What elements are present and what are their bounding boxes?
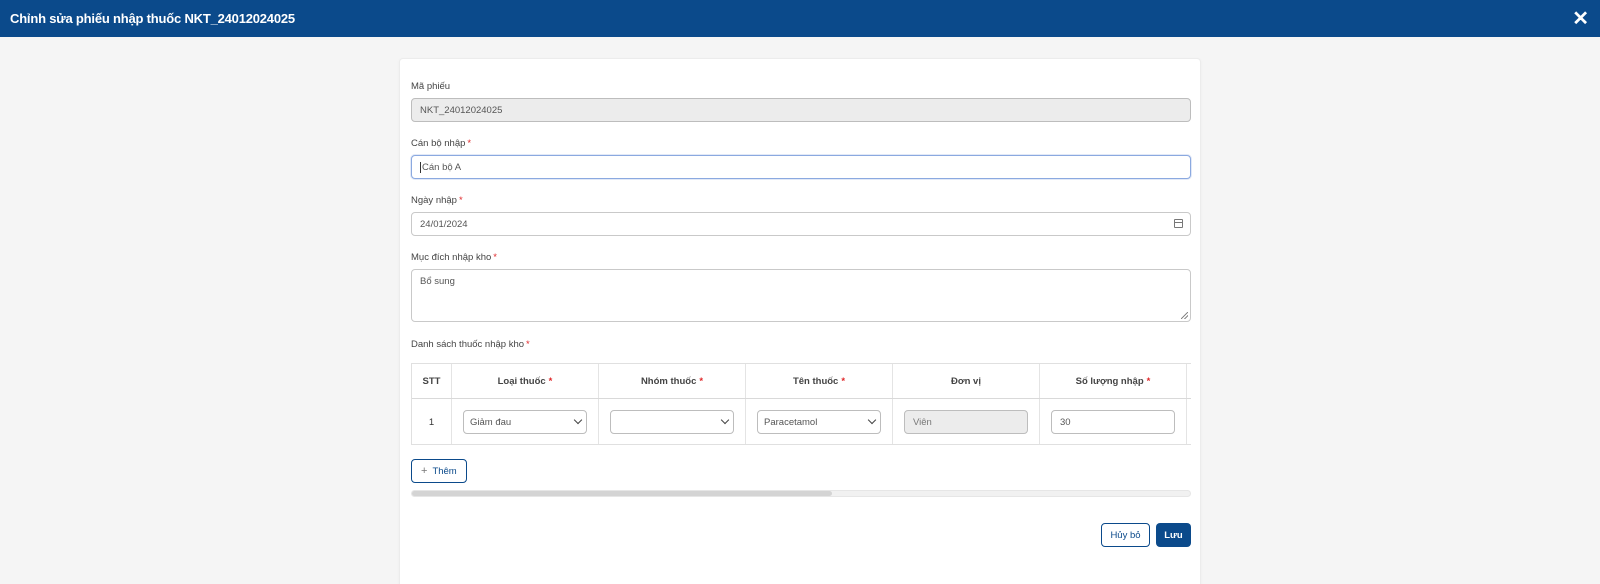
so-luong-value: 30 (1060, 416, 1071, 428)
scrollbar-thumb[interactable] (412, 491, 833, 496)
header-don-vi: Đơn vị (893, 364, 1040, 398)
save-button[interactable]: Lưu (1156, 523, 1191, 547)
required-marker: * (458, 195, 463, 206)
ma-phieu-label: Mã phiếu (411, 81, 451, 92)
dialog-header: Chỉnh sửa phiếu nhập thuốc NKT_240120240… (0, 0, 1600, 37)
ngay-nhap-value: 24/01/2024 (420, 218, 468, 230)
resize-handle-icon[interactable] (1181, 312, 1188, 319)
muc-dich-textarea[interactable]: Bổ sung (411, 269, 1191, 322)
muc-dich-value: Bổ sung (420, 276, 455, 287)
close-icon[interactable]: ✕ (1572, 9, 1590, 29)
table-header: STT Loại thuốc * Nhóm thuốc * Tên thuốc * Đ… (412, 364, 1191, 399)
form-card: Mã phiếu NKT_24012024025 Cán bộ nhập * Cá… (399, 58, 1201, 584)
header-nhom-thuoc: Nhóm thuốc * (599, 364, 746, 398)
calendar-icon[interactable] (1174, 219, 1183, 228)
can-bo-label: Cán bộ nhập * (411, 138, 472, 149)
can-bo-input[interactable]: Cán bộ A (411, 155, 1191, 179)
chevron-down-icon (720, 415, 730, 425)
ten-thuoc-select[interactable]: Paracetamol (757, 410, 881, 434)
ma-phieu-field: NKT_24012024025 (411, 98, 1191, 122)
chevron-down-icon (573, 415, 583, 425)
danh-sach-label: Danh sách thuốc nhập kho * (411, 339, 530, 350)
dialog-title: Chỉnh sửa phiếu nhập thuốc NKT_240120240… (10, 11, 295, 26)
required-marker: * (467, 138, 472, 149)
add-row-label: Thêm (432, 465, 457, 477)
don-vi-value: Viên (913, 416, 932, 428)
ngay-nhap-label: Ngày nhập * (411, 195, 463, 206)
ten-thuoc-value: Paracetamol (764, 416, 818, 428)
can-bo-value: Cán bộ A (422, 161, 462, 173)
ngay-nhap-date-input[interactable]: 24/01/2024 (411, 212, 1191, 236)
don-vi-field: Viên (904, 410, 1028, 434)
loai-thuoc-select[interactable]: Giảm đau (463, 410, 587, 434)
required-marker: * (526, 339, 530, 350)
row-stt: 1 (412, 399, 452, 444)
so-luong-input[interactable]: 30 (1051, 410, 1175, 434)
cancel-button[interactable]: Hủy bỏ (1101, 523, 1150, 547)
nhom-thuoc-select[interactable] (610, 410, 734, 434)
header-loai-thuoc: Loại thuốc * (452, 364, 599, 398)
loai-thuoc-value: Giảm đau (470, 416, 512, 428)
header-stt: STT (412, 364, 452, 398)
required-marker: * (493, 252, 497, 263)
header-so-luong: Số lượng nhập * (1040, 364, 1187, 398)
chevron-down-icon (867, 415, 877, 425)
medicine-table: STT Loại thuốc * Nhóm thuốc * Tên thuốc * Đ… (411, 363, 1191, 445)
plus-icon: + (421, 465, 428, 477)
text-caret (420, 161, 421, 173)
header-ten-thuoc: Tên thuốc * (746, 364, 893, 398)
horizontal-scrollbar[interactable] (411, 490, 1191, 497)
ma-phieu-value: NKT_24012024025 (420, 104, 503, 116)
table-row: 1 Giảm đau Paracetamol Viên 30 (412, 399, 1191, 444)
muc-dich-label: Mục đích nhập kho * (411, 252, 497, 263)
add-row-button[interactable]: + Thêm (411, 459, 467, 483)
